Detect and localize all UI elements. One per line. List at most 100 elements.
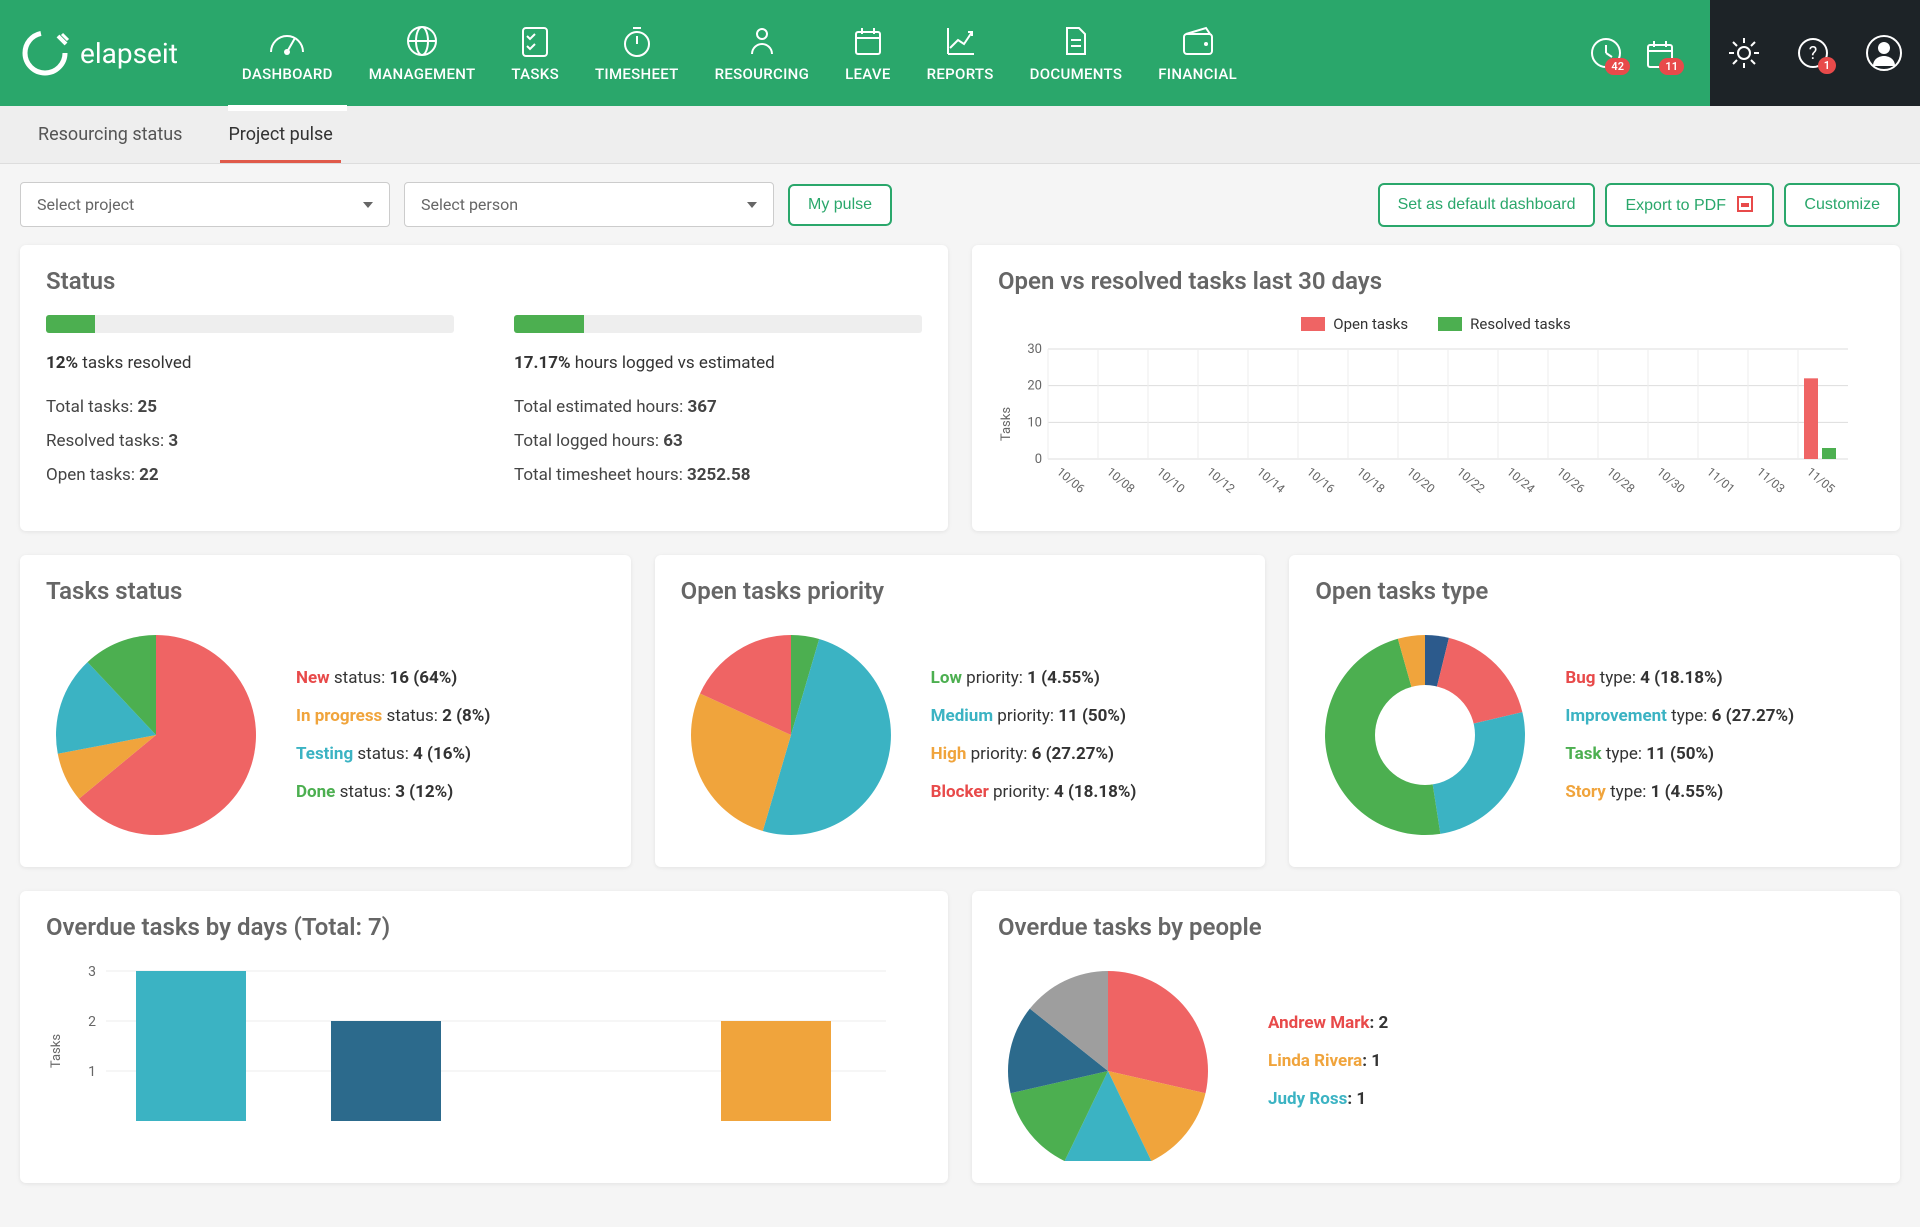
svg-text:0: 0	[1035, 452, 1042, 467]
overdue-people-card: Overdue tasks by people Andrew Mark: 2Li…	[972, 891, 1900, 1183]
open-vs-resolved-card: Open vs resolved tasks last 30 days Open…	[972, 245, 1900, 531]
svg-text:10/06: 10/06	[1054, 465, 1088, 496]
open-priority-pie	[681, 625, 901, 845]
my-pulse-button[interactable]: My pulse	[788, 184, 892, 226]
svg-text:10/10: 10/10	[1154, 465, 1188, 496]
calendar-badge: 11	[1659, 58, 1684, 75]
profile-button[interactable]	[1865, 34, 1903, 72]
overdue-people-legend: Andrew Mark: 2 Linda Rivera: 1 Judy Ross: …	[1268, 1013, 1388, 1109]
svg-text:11/05: 11/05	[1804, 465, 1838, 496]
open-priority-card: Open tasks priority Low priority: 1 (4.5…	[655, 555, 1266, 867]
svg-text:10/12: 10/12	[1204, 465, 1238, 496]
svg-text:10: 10	[1027, 415, 1042, 430]
export-pdf-button[interactable]: Export to PDF	[1605, 183, 1774, 227]
legend-item: Blocker priority: 4 (18.18%)	[931, 782, 1137, 802]
set-default-dashboard-button[interactable]: Set as default dashboard	[1378, 183, 1596, 227]
legend-item: Done status: 3 (12%)	[296, 782, 490, 802]
gear-icon	[1727, 36, 1761, 70]
legend-item: In progress status: 2 (8%)	[296, 706, 490, 726]
legend-item: Bug type: 4 (18.18%)	[1565, 668, 1794, 688]
tasks-status-card: Tasks status New status: 16 (64%)In prog…	[20, 555, 631, 867]
svg-text:3: 3	[88, 964, 96, 980]
svg-text:Tasks: Tasks	[49, 1034, 64, 1068]
nav-management[interactable]: MANAGEMENT	[355, 15, 490, 91]
nav-documents[interactable]: DOCUMENTS	[1016, 15, 1137, 91]
legend-item: Andrew Mark: 2	[1268, 1013, 1388, 1033]
help-button[interactable]: ? 1	[1796, 36, 1830, 70]
legend-item: Improvement type: 6 (27.27%)	[1565, 706, 1794, 726]
dashboard-icon	[267, 23, 307, 59]
overdue-days-card: Overdue tasks by days (Total: 7) Tasks12…	[20, 891, 948, 1183]
legend-item: Medium priority: 11 (50%)	[931, 706, 1137, 726]
svg-text:11/01: 11/01	[1704, 465, 1737, 496]
main-nav: DASHBOARD MANAGEMENT TASKS TIMESHEET RES…	[228, 15, 1251, 91]
nav-tasks[interactable]: TASKS	[497, 15, 573, 91]
brand-icon	[20, 28, 70, 78]
svg-text:Tasks: Tasks	[999, 407, 1014, 441]
tasks-status-legend: New status: 16 (64%) In progress status: …	[296, 668, 490, 802]
nav-dashboard[interactable]: DASHBOARD	[228, 15, 347, 91]
brand-logo[interactable]: elapseit	[20, 28, 178, 78]
help-badge: 1	[1818, 57, 1836, 74]
svg-text:10/18: 10/18	[1354, 465, 1388, 496]
open-type-donut	[1315, 625, 1535, 845]
stopwatch-icon	[621, 23, 653, 59]
overdue-days-chart: Tasks 1 2 3	[46, 961, 906, 1141]
legend-item: Linda Rivera: 1	[1268, 1051, 1388, 1071]
nav-leave[interactable]: LEAVE	[831, 15, 905, 91]
svg-text:?: ?	[1809, 43, 1818, 64]
pdf-icon	[1736, 195, 1754, 213]
card-title: Open vs resolved tasks last 30 days	[998, 267, 1874, 295]
svg-text:10/28: 10/28	[1604, 465, 1638, 496]
settings-button[interactable]	[1727, 36, 1761, 70]
legend-item: Low priority: 1 (4.55%)	[931, 668, 1137, 688]
select-person[interactable]: Select person	[404, 182, 774, 227]
svg-text:20: 20	[1027, 379, 1042, 394]
svg-text:10/22: 10/22	[1454, 465, 1488, 496]
svg-text:30: 30	[1027, 342, 1042, 357]
select-project[interactable]: Select project	[20, 182, 390, 227]
sub-tabs: Resourcing status Project pulse	[0, 106, 1920, 164]
globe-icon	[404, 23, 440, 59]
nav-timesheet[interactable]: TIMESHEET	[581, 15, 693, 91]
card-title: Status	[46, 267, 922, 295]
open-type-legend: Bug type: 4 (18.18%) Improvement type: 6 …	[1565, 668, 1794, 802]
control-bar: Select project Select person My pulse Se…	[0, 164, 1920, 245]
checklist-icon	[519, 23, 551, 59]
open-vs-resolved-chart: Tasks 0 10 20 30 10/06 10/08 10/10 10/12 10/14 10/…	[998, 339, 1858, 509]
document-icon	[1061, 23, 1091, 59]
svg-text:1: 1	[88, 1064, 96, 1080]
customize-button[interactable]: Customize	[1784, 183, 1900, 227]
calendar-notifications[interactable]: 11	[1642, 35, 1678, 71]
clock-notifications[interactable]: 42	[1588, 35, 1624, 71]
subtab-project-pulse[interactable]: Project pulse	[220, 106, 340, 163]
chart-up-icon	[944, 23, 976, 59]
legend-item: Task type: 11 (50%)	[1565, 744, 1794, 764]
open-priority-legend: Low priority: 1 (4.55%) Medium priority: …	[931, 668, 1137, 802]
hours-logged-progress	[514, 315, 922, 333]
nav-financial[interactable]: FINANCIAL	[1144, 15, 1251, 91]
svg-text:10/08: 10/08	[1104, 465, 1138, 496]
nav-resourcing[interactable]: RESOURCING	[701, 15, 824, 91]
person-gear-icon	[746, 23, 778, 59]
tasks-resolved-progress	[46, 315, 454, 333]
svg-text:10/24: 10/24	[1504, 465, 1538, 496]
svg-text:11/03: 11/03	[1754, 465, 1787, 496]
legend-resolved-tasks: Resolved tasks	[1438, 315, 1571, 333]
nav-reports[interactable]: REPORTS	[913, 15, 1008, 91]
subtab-resourcing-status[interactable]: Resourcing status	[30, 106, 190, 163]
tasks-status-pie	[46, 625, 266, 845]
open-type-card: Open tasks type Bug type: 4 (18.18%)Impr…	[1289, 555, 1900, 867]
svg-text:10/20: 10/20	[1404, 465, 1438, 496]
svg-text:2: 2	[88, 1014, 96, 1030]
svg-text:10/30: 10/30	[1654, 465, 1688, 496]
chevron-down-icon	[747, 202, 757, 208]
clock-badge: 42	[1605, 58, 1630, 75]
svg-text:10/14: 10/14	[1254, 465, 1288, 496]
legend-item: New status: 16 (64%)	[296, 668, 490, 688]
legend-item: Testing status: 4 (16%)	[296, 744, 490, 764]
svg-text:10/26: 10/26	[1554, 465, 1588, 496]
brand-name: elapseit	[80, 37, 178, 70]
wallet-icon	[1180, 23, 1216, 59]
legend-item: Judy Ross: 1	[1268, 1089, 1388, 1109]
